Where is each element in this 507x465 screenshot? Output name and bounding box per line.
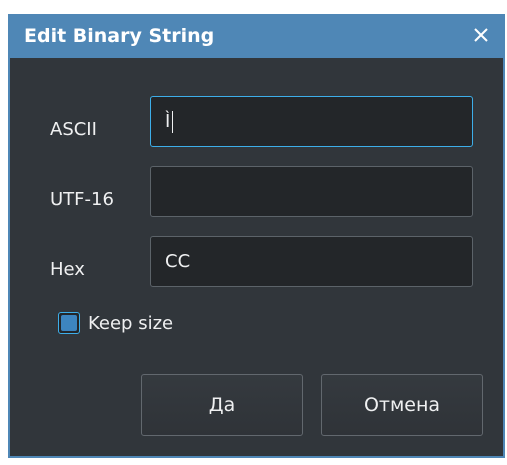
- cancel-button-label: Отмена: [363, 394, 441, 416]
- ascii-label: ASCII: [50, 119, 97, 140]
- dialog-title: Edit Binary String: [24, 25, 215, 47]
- utf16-label: UTF-16: [50, 189, 114, 210]
- ascii-input[interactable]: Ì: [150, 96, 473, 147]
- ok-button[interactable]: Да: [141, 374, 303, 436]
- hex-label: Hex: [50, 259, 85, 280]
- close-button[interactable]: [467, 20, 495, 50]
- hex-input[interactable]: CC: [150, 236, 473, 287]
- close-icon: [474, 28, 488, 42]
- cancel-button[interactable]: Отмена: [321, 374, 483, 436]
- keep-size-checkbox[interactable]: [58, 312, 80, 334]
- ok-button-label: Да: [208, 394, 236, 416]
- text-caret: [172, 110, 174, 133]
- ascii-input-value: Ì: [165, 111, 171, 132]
- utf16-input[interactable]: [150, 166, 473, 217]
- keep-size-option[interactable]: Keep size: [58, 312, 173, 334]
- edit-binary-string-dialog: Edit Binary String ASCII Ì UTF-16 Hex CC…: [8, 14, 505, 458]
- hex-input-value: CC: [165, 251, 191, 272]
- checkbox-checked-icon: [61, 315, 77, 331]
- keep-size-label: Keep size: [88, 312, 174, 334]
- titlebar: Edit Binary String: [8, 14, 505, 58]
